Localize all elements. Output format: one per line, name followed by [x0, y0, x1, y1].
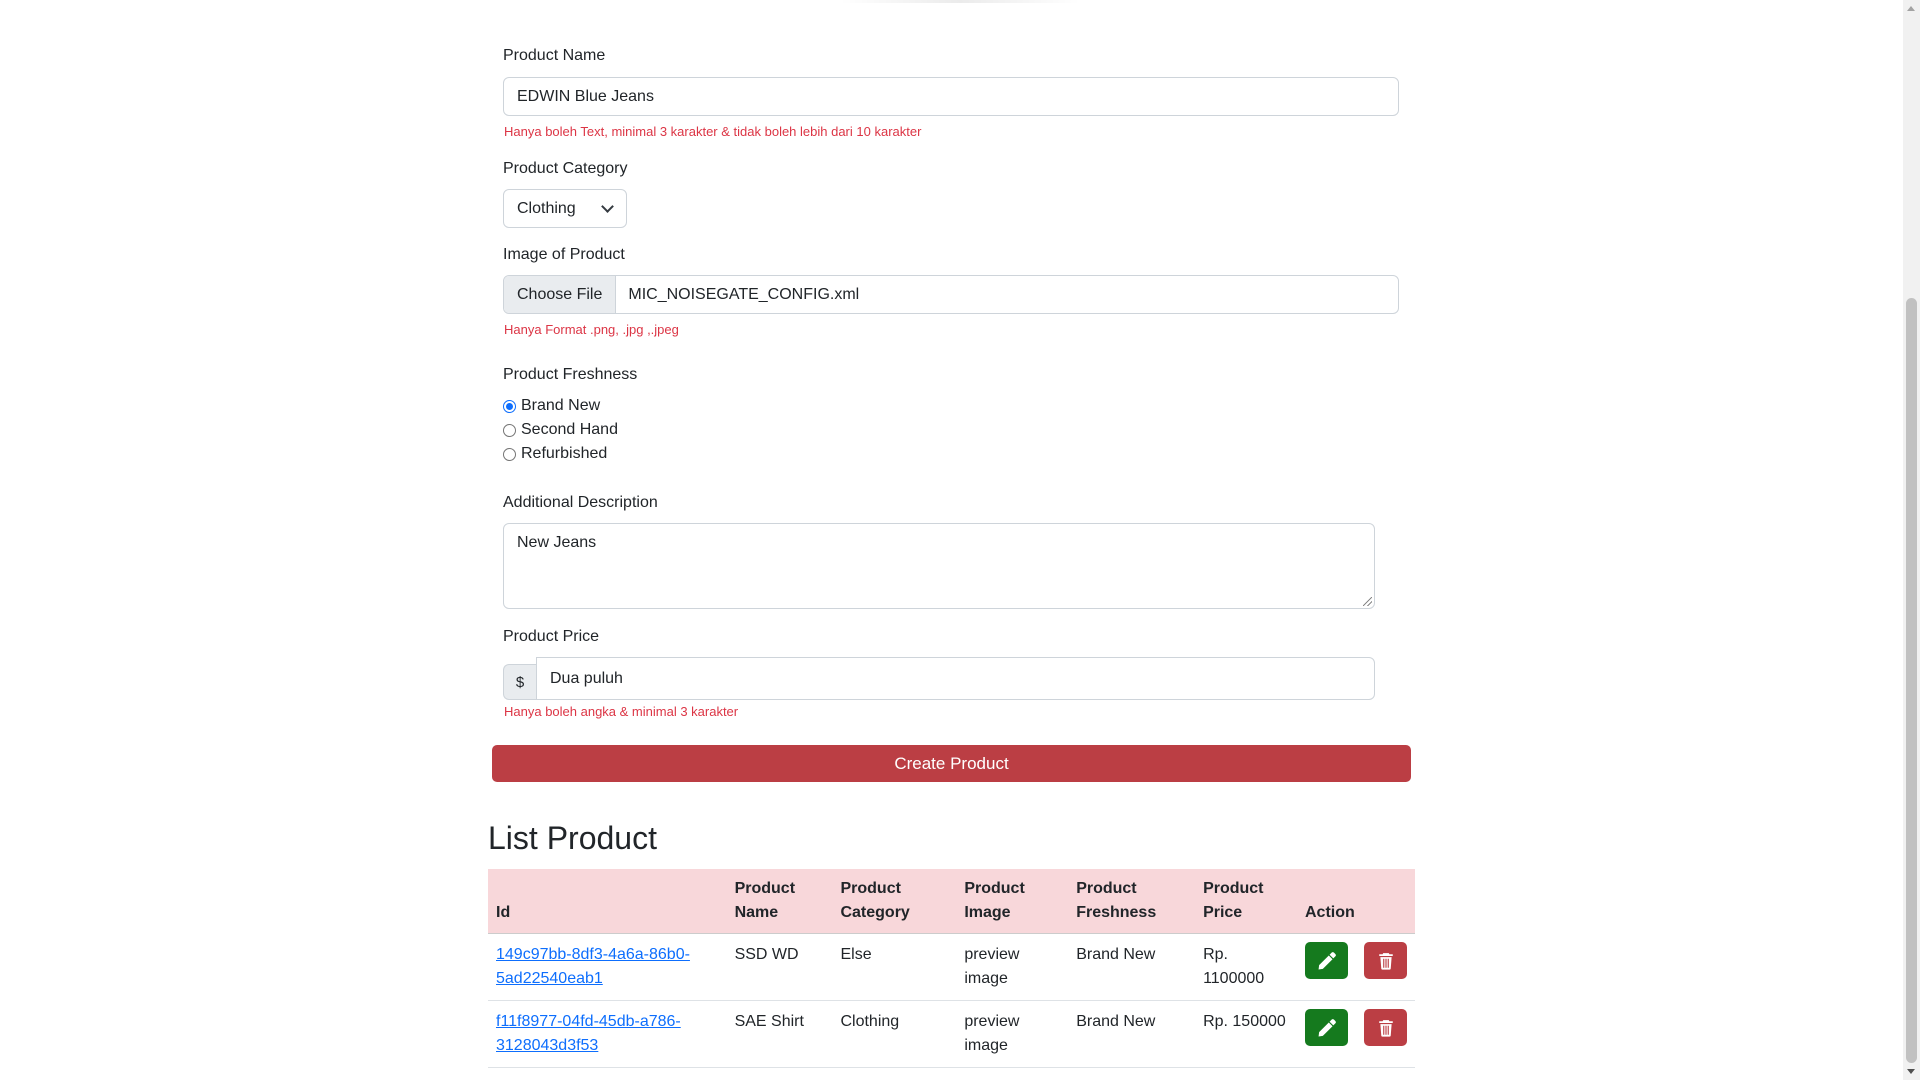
- header-id: Id: [488, 869, 727, 934]
- cell-freshness: Brand New: [1068, 933, 1196, 1001]
- description-textarea[interactable]: New Jeans: [503, 523, 1375, 609]
- product-category-value: Clothing: [517, 199, 576, 217]
- broken-image-icon: preview image: [964, 946, 1020, 987]
- cell-price: Rp. 1100000: [1195, 933, 1297, 1001]
- freshness-label: Product Freshness: [503, 366, 638, 383]
- freshness-option-refurbished[interactable]: Refurbished: [503, 445, 607, 463]
- cell-price: Rp. 150000: [1195, 1000, 1297, 1068]
- cell-category: Else: [832, 933, 957, 1001]
- table-row: f11f8977-04fd-45db-a786-3128043d3f53 SAE…: [488, 1000, 1415, 1068]
- cell-action: [1297, 933, 1415, 1001]
- header-product-freshness: Product Freshness: [1068, 869, 1196, 934]
- freshness-option-label: Brand New: [521, 397, 601, 414]
- vertical-scrollbar[interactable]: [1903, 0, 1920, 1080]
- product-name-error: Hanya boleh Text, minimal 3 karakter & t…: [504, 124, 922, 139]
- cell-id: f11f8977-04fd-45db-a786-3128043d3f53: [488, 1000, 727, 1068]
- radio-brand-new[interactable]: [503, 399, 516, 413]
- freshness-option-label: Refurbished: [521, 445, 608, 462]
- header-product-name: Product Name: [726, 869, 833, 934]
- product-category-select[interactable]: Clothing: [503, 189, 627, 228]
- product-name-input[interactable]: [503, 77, 1399, 116]
- price-label: Product Price: [503, 628, 600, 645]
- price-input[interactable]: Dua puluh: [536, 657, 1375, 700]
- header-product-category: Product Category: [832, 869, 957, 934]
- radio-second-hand[interactable]: [503, 423, 516, 437]
- description-label: Additional Description: [503, 494, 658, 511]
- broken-image-icon: preview image: [964, 1013, 1020, 1054]
- radio-refurbished[interactable]: [503, 447, 516, 461]
- pencil-icon: [1318, 951, 1336, 969]
- trash-icon: [1378, 1019, 1393, 1037]
- scrollbar-thumb[interactable]: [1906, 298, 1917, 1063]
- cell-image: preview image: [956, 933, 1069, 1001]
- cell-id: 149c97bb-8df3-4a6a-86b0-5ad22540eab1: [488, 933, 727, 1001]
- header-action: Action: [1297, 869, 1415, 934]
- pencil-icon: [1318, 1018, 1336, 1036]
- freshness-option-brand-new[interactable]: Brand New: [503, 397, 600, 415]
- description-value: New Jeans: [517, 534, 597, 551]
- product-id-link[interactable]: 149c97bb-8df3-4a6a-86b0-5ad22540eab1: [496, 946, 690, 987]
- cell-name: SSD WD: [726, 933, 833, 1001]
- table-header-row: Id Product Name Product Category Product…: [488, 869, 1415, 934]
- cell-name: SAE Shirt: [726, 1000, 833, 1068]
- header-product-price: Product Price: [1195, 869, 1297, 934]
- edit-button[interactable]: [1305, 1009, 1348, 1046]
- edit-button[interactable]: [1305, 942, 1348, 979]
- table-row: 149c97bb-8df3-4a6a-86b0-5ad22540eab1 SSD…: [488, 933, 1415, 1001]
- cell-action: [1297, 1000, 1415, 1068]
- product-category-label: Product Category: [503, 160, 628, 177]
- product-name-label: Product Name: [503, 47, 606, 64]
- image-file-input[interactable]: Choose File MIC_NOISEGATE_CONFIG.xml: [503, 275, 1399, 314]
- price-input-group: $ Dua puluh: [503, 657, 1375, 700]
- scroll-up-arrow-icon[interactable]: [1907, 6, 1915, 11]
- image-label: Image of Product: [503, 246, 625, 263]
- cell-category: Clothing: [832, 1000, 957, 1068]
- scroll-down-arrow-icon[interactable]: [1907, 1069, 1915, 1074]
- freshness-option-second-hand[interactable]: Second Hand: [503, 421, 618, 439]
- create-product-button[interactable]: Create Product: [492, 745, 1411, 782]
- delete-button[interactable]: [1364, 1009, 1407, 1046]
- cell-image: preview image: [956, 1000, 1069, 1068]
- list-title: List Product: [488, 820, 657, 856]
- product-id-link[interactable]: f11f8977-04fd-45db-a786-3128043d3f53: [496, 1013, 681, 1054]
- product-table: Id Product Name Product Category Product…: [488, 869, 1415, 1068]
- header-product-image: Product Image: [956, 869, 1069, 934]
- image-error: Hanya Format .png, .jpg ,.jpeg: [504, 322, 679, 337]
- dollar-prefix: $: [503, 664, 536, 700]
- choose-file-button[interactable]: Choose File: [504, 276, 617, 313]
- cell-freshness: Brand New: [1068, 1000, 1196, 1068]
- page: Product Name Hanya boleh Text, minimal 3…: [0, 0, 1920, 1080]
- price-error: Hanya boleh angka & minimal 3 karakter: [504, 704, 739, 719]
- top-shadow: [840, 0, 1080, 3]
- file-name: MIC_NOISEGATE_CONFIG.xml: [628, 285, 860, 303]
- freshness-option-label: Second Hand: [521, 421, 618, 438]
- trash-icon: [1378, 952, 1393, 970]
- delete-button[interactable]: [1364, 942, 1407, 979]
- resize-handle-icon[interactable]: [1363, 597, 1372, 606]
- chevron-down-icon: [601, 200, 614, 213]
